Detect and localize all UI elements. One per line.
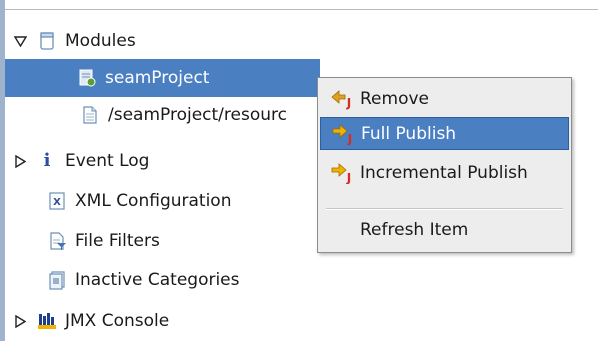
svg-text:J: J [346, 96, 351, 110]
jmx-console-icon [37, 311, 57, 331]
menu-item-full-publish[interactable]: J Full Publish [320, 117, 569, 150]
collapsed-triangle-icon[interactable] [13, 314, 27, 328]
menu-separator [326, 208, 563, 210]
menu-item-incremental-publish[interactable]: J Incremental Publish [320, 156, 569, 189]
tree-item-seamproject[interactable]: seamProject [5, 59, 320, 97]
tree-item-label: seamProject [105, 68, 210, 88]
tree-item-xml-configuration[interactable]: X XML Configuration [47, 182, 231, 220]
svg-text:J: J [346, 171, 351, 184]
remove-icon: J [330, 88, 354, 110]
tree-item-event-log[interactable]: i Event Log [13, 142, 149, 180]
menu-item-remove[interactable]: J Remove [320, 82, 569, 115]
tree-item-modules[interactable]: Modules [13, 22, 136, 60]
panel-top-border [0, 0, 598, 10]
file-resource-icon [80, 105, 100, 125]
tree-item-inactive-categories[interactable]: Inactive Categories [47, 261, 240, 299]
full-publish-icon: J [331, 123, 355, 146]
menu-item-refresh-item[interactable]: Refresh Item [320, 213, 569, 246]
tree-item-jmx-console[interactable]: JMX Console [13, 302, 169, 340]
tree-item-label: /seamProject/resourc [108, 105, 287, 125]
xml-file-icon: X [47, 191, 67, 211]
tree-item-resource[interactable]: /seamProject/resourc [80, 96, 287, 134]
tree-item-label: File Filters [75, 231, 160, 251]
expanded-triangle-icon[interactable] [13, 34, 27, 48]
collapsed-triangle-icon[interactable] [13, 154, 27, 168]
inactive-categories-icon [47, 270, 67, 290]
tree-item-label: Inactive Categories [75, 270, 240, 290]
menu-item-label: Refresh Item [360, 219, 469, 240]
menu-item-label: Incremental Publish [360, 162, 528, 183]
menu-icon-placeholder [330, 219, 354, 241]
tree-item-label: Event Log [65, 151, 150, 171]
file-filter-icon [47, 231, 67, 251]
tree-item-file-filters[interactable]: File Filters [47, 222, 160, 260]
project-module-icon [77, 68, 97, 88]
menu-item-label: Remove [360, 88, 429, 109]
svg-text:X: X [53, 197, 61, 208]
tree-item-label: Modules [65, 31, 136, 51]
folder-icon [37, 31, 57, 51]
incremental-publish-icon: J [330, 162, 354, 185]
info-icon: i [43, 150, 51, 171]
tree-item-label: JMX Console [65, 311, 170, 331]
svg-text:J: J [347, 132, 352, 145]
menu-item-label: Full Publish [361, 123, 457, 144]
tree-item-label: XML Configuration [75, 191, 232, 211]
context-menu: J Remove J Full Publish J Incremental Pu… [317, 77, 572, 253]
